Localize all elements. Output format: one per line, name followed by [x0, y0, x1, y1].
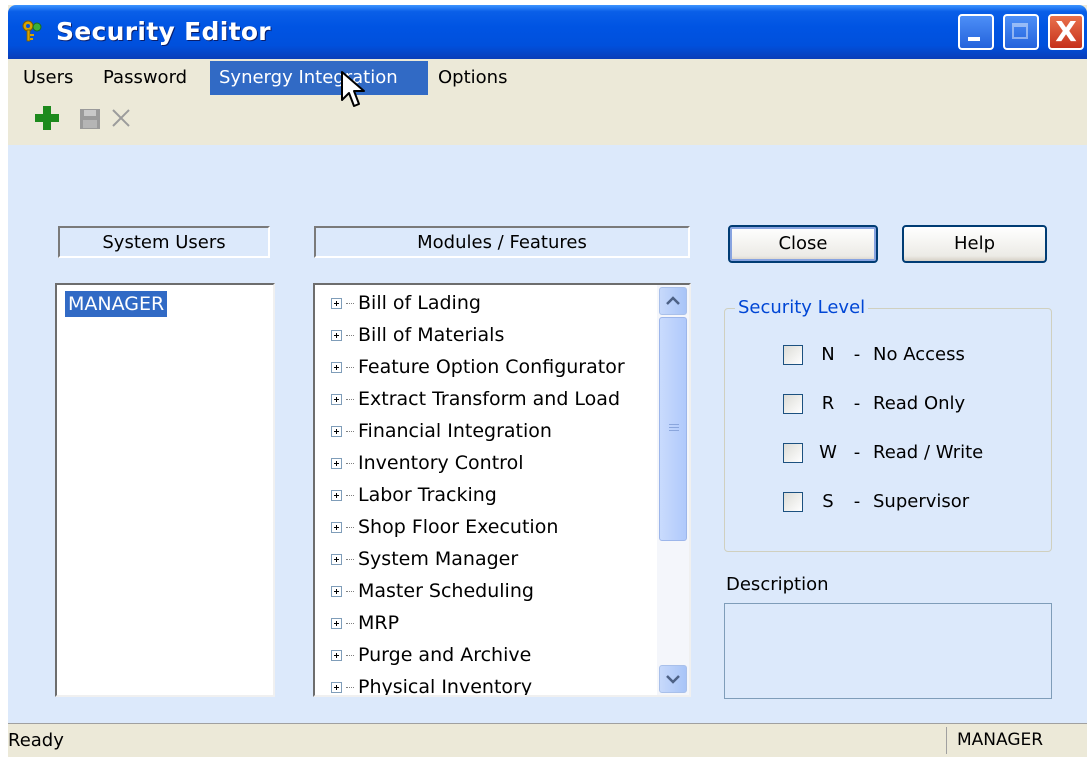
security-level-group: Security Level N - No Access R - Read Only W… [724, 297, 1052, 552]
expand-icon[interactable] [331, 618, 342, 629]
expand-icon[interactable] [331, 394, 342, 405]
tree-item[interactable]: MRP [331, 607, 399, 639]
read-only-checkbox[interactable] [783, 394, 803, 414]
security-option-supervisor[interactable]: S - Supervisor [783, 490, 969, 514]
expand-icon[interactable] [331, 458, 342, 469]
expand-icon[interactable] [331, 650, 342, 661]
tree-item[interactable]: Shop Floor Execution [331, 511, 558, 543]
tree-item[interactable]: Inventory Control [331, 447, 523, 479]
title-bar[interactable]: Security Editor X [8, 5, 1087, 59]
save-icon[interactable] [74, 103, 104, 133]
delete-icon[interactable] [106, 103, 136, 133]
expand-icon[interactable] [331, 682, 342, 693]
menu-password[interactable]: Password [94, 61, 196, 95]
expand-icon[interactable] [331, 362, 342, 373]
security-option-no-access[interactable]: N - No Access [783, 343, 965, 367]
chevron-down-icon [666, 675, 680, 684]
status-bar: Ready MANAGER [8, 723, 1087, 757]
tree-scrollbar[interactable] [657, 285, 689, 695]
modules-features-header: Modules / Features [314, 226, 690, 258]
tree-item[interactable]: Labor Tracking [331, 479, 497, 511]
window-title: Security Editor [56, 17, 271, 46]
close-window-button[interactable]: X [1048, 14, 1084, 50]
tree-item[interactable]: Bill of Lading [331, 287, 481, 319]
read-write-checkbox[interactable] [783, 443, 803, 463]
menu-synergy-integration[interactable]: Synergy Integration [210, 61, 428, 95]
description-label: Description [726, 574, 829, 595]
tree-item[interactable]: Financial Integration [331, 415, 552, 447]
scroll-up-button[interactable] [659, 287, 687, 315]
tree-item[interactable]: Purge and Archive [331, 639, 531, 671]
description-field[interactable] [724, 603, 1052, 699]
security-level-legend: Security Level [735, 297, 869, 319]
expand-icon[interactable] [331, 490, 342, 501]
main-panel: System Users Modules / Features MANAGER … [8, 145, 1087, 723]
no-access-checkbox[interactable] [783, 345, 803, 365]
tree-item[interactable]: Master Scheduling [331, 575, 534, 607]
minimize-button[interactable] [958, 14, 994, 50]
tree-item[interactable]: Physical Inventory [331, 671, 532, 695]
system-users-header: System Users [58, 226, 270, 258]
tree-item[interactable]: System Manager [331, 543, 518, 575]
close-icon: X [1055, 15, 1077, 48]
security-option-read-write[interactable]: W - Read / Write [783, 441, 983, 465]
expand-icon[interactable] [331, 298, 342, 309]
scroll-thumb[interactable] [659, 317, 687, 541]
modules-tree[interactable]: Bill of Lading Bill of Materials Feature… [313, 283, 691, 697]
help-button[interactable]: Help [902, 225, 1047, 263]
system-users-list[interactable]: MANAGER [55, 283, 275, 697]
security-option-read-only[interactable]: R - Read Only [783, 392, 965, 416]
tree-item[interactable]: Feature Option Configurator [331, 351, 625, 383]
maximize-button[interactable] [1003, 14, 1039, 50]
toolbar [8, 95, 1087, 145]
chevron-up-icon [666, 296, 680, 305]
expand-icon[interactable] [331, 586, 342, 597]
close-button[interactable]: Close [728, 225, 878, 263]
expand-icon[interactable] [331, 426, 342, 437]
expand-icon[interactable] [331, 554, 342, 565]
list-item-manager[interactable]: MANAGER [65, 291, 168, 317]
menu-options[interactable]: Options [429, 61, 516, 95]
keys-icon [22, 20, 42, 42]
status-user: MANAGER [946, 727, 1081, 754]
menu-users[interactable]: Users [14, 61, 82, 95]
supervisor-checkbox[interactable] [783, 492, 803, 512]
tree-item[interactable]: Extract Transform and Load [331, 383, 620, 415]
menu-bar: Users Password Synergy Integration Optio… [8, 61, 1087, 95]
add-icon[interactable] [32, 103, 62, 133]
security-editor-window: Security Editor X Users Password Synergy… [8, 5, 1087, 757]
tree-item[interactable]: Bill of Materials [331, 319, 504, 351]
expand-icon[interactable] [331, 522, 342, 533]
status-text: Ready [8, 730, 64, 751]
expand-icon[interactable] [331, 330, 342, 341]
scroll-down-button[interactable] [659, 665, 687, 693]
